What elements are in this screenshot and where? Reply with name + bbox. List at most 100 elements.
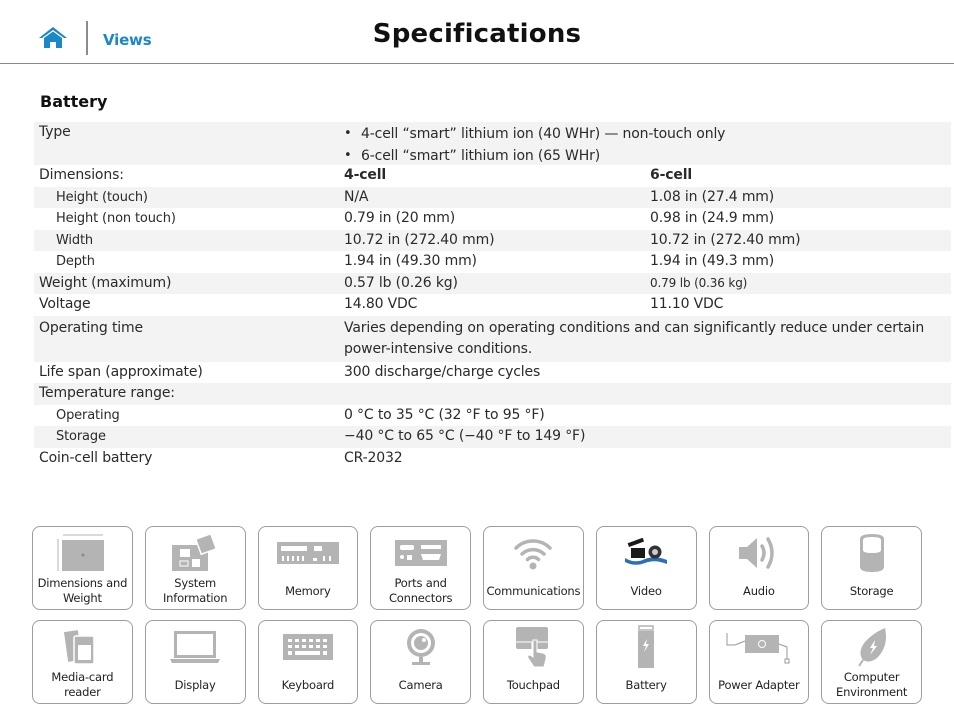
header-bar: Views Specifications — [0, 0, 954, 64]
tile-dimensions-and-weight[interactable]: Dimensions and Weight — [32, 526, 133, 610]
table-row: Type 4-cell “smart” lithium ion (40 WHr)… — [34, 122, 951, 167]
cell-4cell: N/A — [339, 186, 645, 208]
tile-label: Dimensions and Weight — [37, 576, 128, 605]
spec-navigation-tiles: Dimensions and Weight System Information… — [32, 526, 922, 714]
tile-computer-environment[interactable]: Computer Environment — [821, 620, 922, 704]
tile-ports-and-connectors[interactable]: Ports and Connectors — [370, 526, 471, 610]
table-row: Operating time Varies depending on opera… — [34, 315, 951, 362]
tile-system-information[interactable]: System Information — [144, 526, 246, 610]
row-label: Operating — [56, 407, 120, 423]
tile-keyboard[interactable]: Keyboard — [257, 620, 359, 704]
row-label: Type — [34, 122, 339, 165]
cell-value: −40 °C to 65 °C (−40 °F to 149 °F) — [339, 426, 951, 448]
cell-6cell: 10.72 in (272.40 mm) — [645, 229, 951, 251]
touchpad-icon — [516, 627, 549, 668]
tile-label: Video — [630, 584, 662, 598]
list-item: 6-cell “smart” lithium ion (65 WHr) — [344, 144, 951, 167]
cell-value: CR-2032 — [344, 449, 403, 466]
row-label: Temperature range: — [34, 383, 339, 405]
laptop-dimensions-icon — [57, 534, 105, 571]
cell-6cell: 1.08 in (27.4 mm) — [645, 186, 951, 208]
media-card-icon — [64, 630, 96, 665]
table-row: Storage −40 °C to 65 °C (−40 °F to 149 °… — [34, 426, 951, 448]
laptop-display-icon — [170, 631, 221, 663]
tile-label: Audio — [743, 584, 775, 598]
tile-display[interactable]: Display — [144, 620, 246, 704]
tile-label: Media-card reader — [51, 670, 114, 699]
cell-4cell: 1.94 in (49.30 mm) — [344, 253, 477, 269]
row-label: Voltage — [39, 296, 91, 312]
cell-4cell: 10.72 in (272.40 mm) — [339, 229, 645, 251]
tile-label: Touchpad — [506, 678, 560, 692]
tile-communications[interactable]: Communications — [483, 526, 584, 610]
tile-row: Media-card reader Display Keyboard Camer… — [32, 620, 922, 704]
table-row: Operating 0 °C to 35 °C (32 °F to 95 °F) — [34, 405, 951, 427]
tile-media-card-reader[interactable]: Media-card reader — [32, 620, 133, 704]
row-label: Life span (approximate) — [39, 363, 203, 380]
tile-label: Communications — [486, 584, 581, 598]
table-row: Coin-cell battery CR-2032 — [34, 448, 951, 470]
type-values: 4-cell “smart” lithium ion (40 WHr) — no… — [339, 122, 951, 167]
row-label: Operating time — [34, 315, 339, 362]
cell-6cell: 0.79 lb (0.36 kg) — [645, 272, 951, 294]
tile-camera[interactable]: Camera — [370, 620, 471, 704]
memory-module-icon — [276, 542, 339, 564]
cell-4cell: 0.79 in (20 mm) — [344, 210, 456, 226]
leaf-icon — [857, 628, 886, 667]
tile-touchpad[interactable]: Touchpad — [483, 620, 584, 704]
table-row: Life span (approximate) 300 discharge/ch… — [34, 362, 951, 384]
film-clapper-icon — [625, 538, 668, 565]
list-item: 4-cell “smart” lithium ion (40 WHr) — no… — [344, 122, 951, 145]
tile-audio[interactable]: Audio — [708, 526, 810, 610]
tile-label: Storage — [849, 584, 894, 598]
tile-label: Power Adapter — [718, 678, 800, 692]
tile-video[interactable]: Video — [595, 526, 697, 610]
table-row: Width 10.72 in (272.40 mm) 10.72 in (272… — [34, 229, 951, 251]
row-label: Height (non touch) — [56, 211, 176, 226]
row-label: Width — [34, 229, 339, 251]
tile-power-adapter[interactable]: Power Adapter — [708, 620, 810, 704]
cell-value: 300 discharge/charge cycles — [344, 363, 541, 380]
table-row: Dimensions: 4-cell 6-cell — [34, 165, 951, 187]
row-label: Height (touch) — [34, 186, 339, 208]
tile-label: System Information — [162, 576, 228, 605]
cell-value — [339, 383, 951, 405]
tile-label: Display — [174, 678, 216, 692]
tile-label: Computer Environment — [836, 670, 908, 699]
table-row: Height (non touch) 0.79 in (20 mm) 0.98 … — [34, 208, 951, 230]
row-label: Storage — [34, 426, 339, 448]
cell-6cell: 1.94 in (49.3 mm) — [650, 253, 775, 269]
speaker-icon — [738, 537, 774, 569]
cell-value: Varies depending on operating conditions… — [339, 315, 951, 362]
cell-6cell: 0.98 in (24.9 mm) — [650, 210, 775, 226]
tile-label: Ports and Connectors — [388, 576, 453, 605]
page-title: Specifications — [372, 19, 582, 49]
section-title: Battery — [40, 92, 108, 111]
tile-row: Dimensions and Weight System Information… — [32, 526, 922, 610]
wifi-icon — [514, 539, 553, 570]
table-row: Height (touch) N/A 1.08 in (27.4 mm) — [34, 186, 951, 208]
column-header-6cell: 6-cell — [650, 167, 693, 183]
tile-battery[interactable]: Battery — [595, 620, 697, 704]
ports-icon — [394, 540, 447, 566]
table-row: Voltage 14.80 VDC 11.10 VDC — [34, 294, 951, 316]
cell-4cell: 0.57 lb (0.26 kg) — [339, 272, 645, 294]
type-list: 4-cell “smart” lithium ion (40 WHr) — no… — [344, 122, 951, 167]
table-row: Depth 1.94 in (49.30 mm) 1.94 in (49.3 m… — [34, 251, 951, 273]
tile-storage[interactable]: Storage — [821, 526, 922, 610]
power-adapter-icon — [726, 633, 790, 664]
cell-value: 0 °C to 35 °C (32 °F to 95 °F) — [344, 406, 545, 423]
webcam-icon — [406, 629, 435, 665]
motherboard-icon — [172, 533, 218, 571]
cell-4cell: 14.80 VDC — [344, 296, 418, 312]
tile-label: Memory — [285, 584, 331, 598]
column-header-4cell: 4-cell — [344, 167, 387, 183]
tile-label: Keyboard — [281, 678, 335, 692]
tile-memory[interactable]: Memory — [257, 526, 359, 610]
row-label: Dimensions: — [39, 167, 124, 183]
keyboard-icon — [282, 634, 333, 660]
tile-label: Camera — [398, 678, 443, 692]
table-row: Weight (maximum) 0.57 lb (0.26 kg) 0.79 … — [34, 272, 951, 294]
storage-cylinder-icon — [859, 534, 884, 572]
battery-icon — [638, 625, 655, 668]
